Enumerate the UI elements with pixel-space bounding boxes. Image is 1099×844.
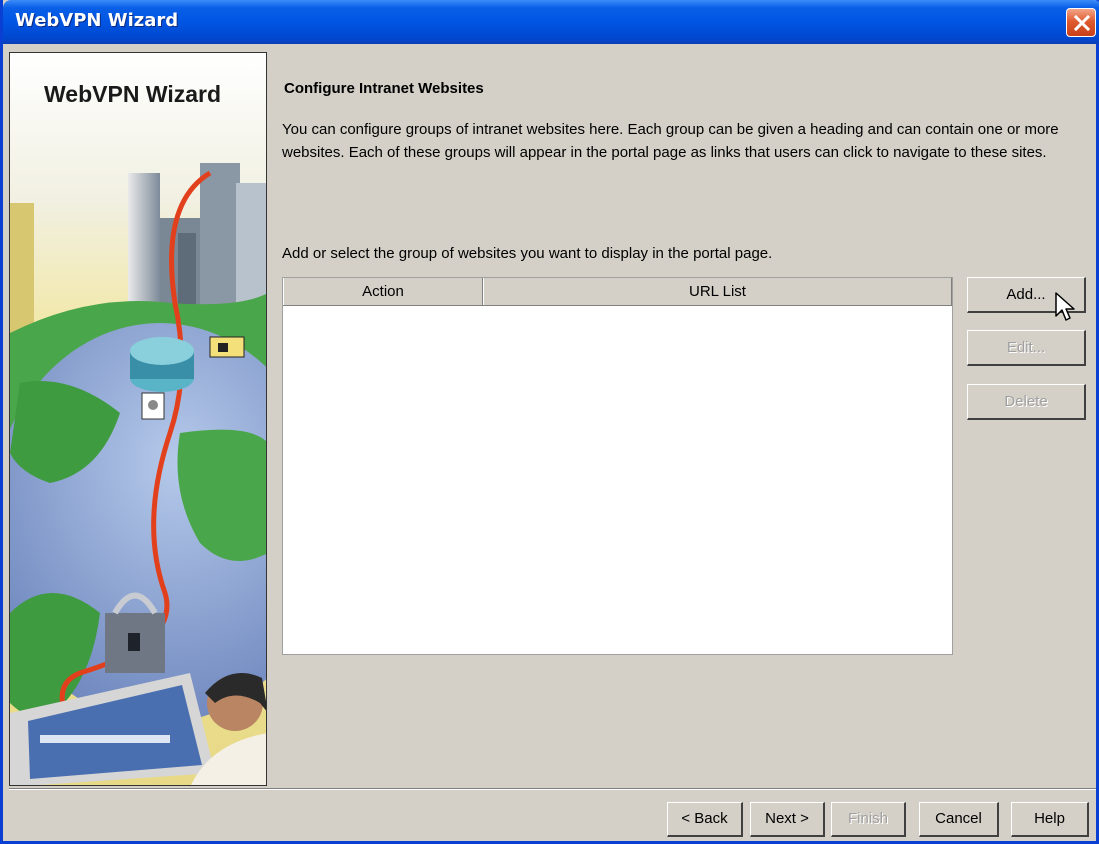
delete-button[interactable]: Delete	[967, 384, 1086, 420]
close-icon	[1073, 14, 1091, 32]
finish-button[interactable]: Finish	[831, 802, 906, 837]
column-header-url-list[interactable]: URL List	[483, 278, 952, 305]
next-button[interactable]: Next >	[750, 802, 825, 837]
help-button[interactable]: Help	[1011, 802, 1089, 837]
wizard-illustration	[10, 53, 266, 785]
footer-separator	[9, 788, 1096, 790]
window-title: WebVPN Wizard	[15, 10, 179, 31]
instruction-text: Add or select the group of websites you …	[282, 245, 773, 262]
page-title: Configure Intranet Websites	[284, 80, 484, 97]
url-list-table[interactable]: Action URL List	[282, 277, 953, 655]
cancel-button[interactable]: Cancel	[919, 802, 999, 837]
close-button[interactable]	[1066, 8, 1096, 37]
side-panel-title: WebVPN Wizard	[44, 81, 222, 107]
column-header-action[interactable]: Action	[283, 278, 483, 305]
edit-button[interactable]: Edit...	[967, 330, 1086, 366]
table-header: Action URL List	[283, 278, 952, 306]
wizard-window: WebVPN Wizard WebVPN Wizard Configure In…	[0, 0, 1099, 844]
mouse-cursor-icon	[1055, 292, 1075, 321]
wizard-side-panel: WebVPN Wizard	[9, 52, 267, 786]
title-bar[interactable]: WebVPN Wizard	[3, 0, 1099, 44]
page-description: You can configure groups of intranet web…	[282, 121, 1059, 161]
back-button[interactable]: < Back	[667, 802, 743, 837]
